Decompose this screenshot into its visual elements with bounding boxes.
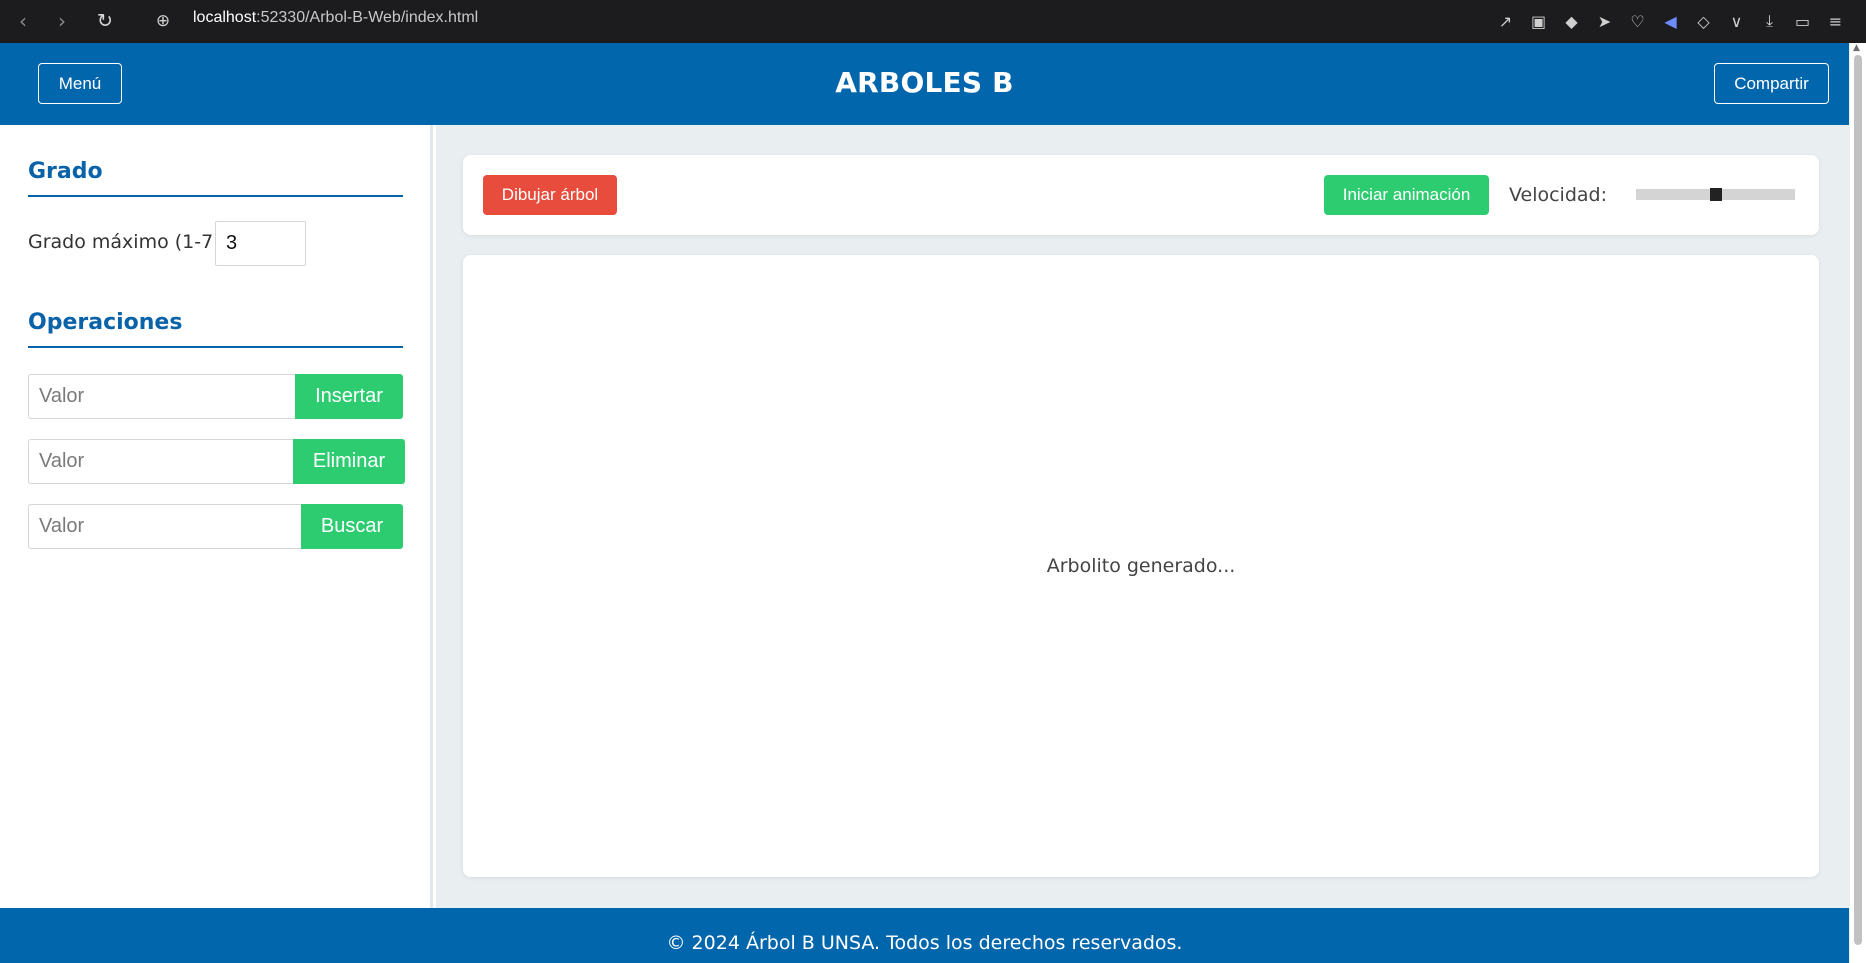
speaker-icon[interactable]: ◀ [1654,6,1687,36]
insert-row: Insertar [28,374,403,419]
page-scrollbar[interactable]: ▲ [1849,43,1866,963]
footer: © 2024 Árbol B UNSA. Todos los derechos … [0,908,1849,963]
browser-tools: ↗ ▣ ◆ ➤ ♡ ◀ ◇ ∨ ⤓ ▭ ≡ [1489,6,1852,36]
share-page-icon[interactable]: ↗ [1489,6,1522,36]
insert-button[interactable]: Insertar [295,374,403,419]
reload-icon[interactable]: ↻ [90,6,120,36]
search-row: Buscar [28,504,403,549]
canvas-status-message: Arbolito generado... [1046,555,1236,577]
scrollbar-thumb[interactable] [1854,55,1862,945]
grado-heading: Grado [28,159,103,184]
tree-canvas[interactable]: Arbolito generado... [463,255,1819,877]
heart-icon[interactable]: ♡ [1621,6,1654,36]
battery-icon[interactable]: ▭ [1786,6,1819,36]
download-icon[interactable]: ⤓ [1753,6,1786,36]
operaciones-divider [28,346,403,348]
delete-button[interactable]: Eliminar [293,439,405,484]
send-icon[interactable]: ➤ [1588,6,1621,36]
url-path: :52330/Arbol-B-Web/index.html [256,9,479,26]
address-bar[interactable]: localhost:52330/Arbol-B-Web/index.html [193,9,478,27]
scroll-up-icon[interactable]: ▲ [1853,43,1860,53]
box-icon[interactable]: ◇ [1687,6,1720,36]
back-icon[interactable]: ‹ [8,6,38,36]
delete-value-input[interactable] [28,439,293,484]
speed-slider-thumb[interactable] [1709,188,1722,201]
share-button[interactable]: Compartir [1714,63,1829,104]
shield-icon[interactable]: ◆ [1555,6,1588,36]
page-title: ARBOLES B [835,66,1014,99]
settings-sliders-icon[interactable]: ≡ [1819,6,1852,36]
speed-slider-fill [1636,189,1716,200]
delete-row: Eliminar [28,439,405,484]
sidebar: Grado Grado máximo (1-7): Operaciones In… [0,125,433,908]
screenshot-icon[interactable]: ▣ [1522,6,1555,36]
speed-slider[interactable] [1636,188,1795,201]
grado-max-input[interactable] [215,221,306,266]
forward-icon[interactable]: › [47,6,77,36]
search-button[interactable]: Buscar [301,504,403,549]
grado-max-label: Grado máximo (1-7): [28,231,228,253]
speed-label: Velocidad: [1509,184,1608,206]
start-animation-button[interactable]: Iniciar animación [1324,175,1489,215]
grado-divider [28,195,403,197]
controls-panel: Dibujar árbol Iniciar animación Velocida… [463,155,1819,235]
main-area: Dibujar árbol Iniciar animación Velocida… [436,125,1849,908]
search-value-input[interactable] [28,504,301,549]
browser-toolbar: ‹ › ↻ ⊕ localhost:52330/Arbol-B-Web/inde… [0,0,1866,43]
operaciones-heading: Operaciones [28,310,183,335]
url-host: localhost [193,9,257,26]
insert-value-input[interactable] [28,374,295,419]
app-header: Menú ARBOLES B Compartir [0,43,1849,125]
draw-tree-button[interactable]: Dibujar árbol [483,175,617,215]
site-info-icon[interactable]: ⊕ [148,6,178,36]
wallet-icon[interactable]: ∨ [1720,6,1753,36]
footer-copyright: © 2024 Árbol B UNSA. Todos los derechos … [666,932,1183,954]
